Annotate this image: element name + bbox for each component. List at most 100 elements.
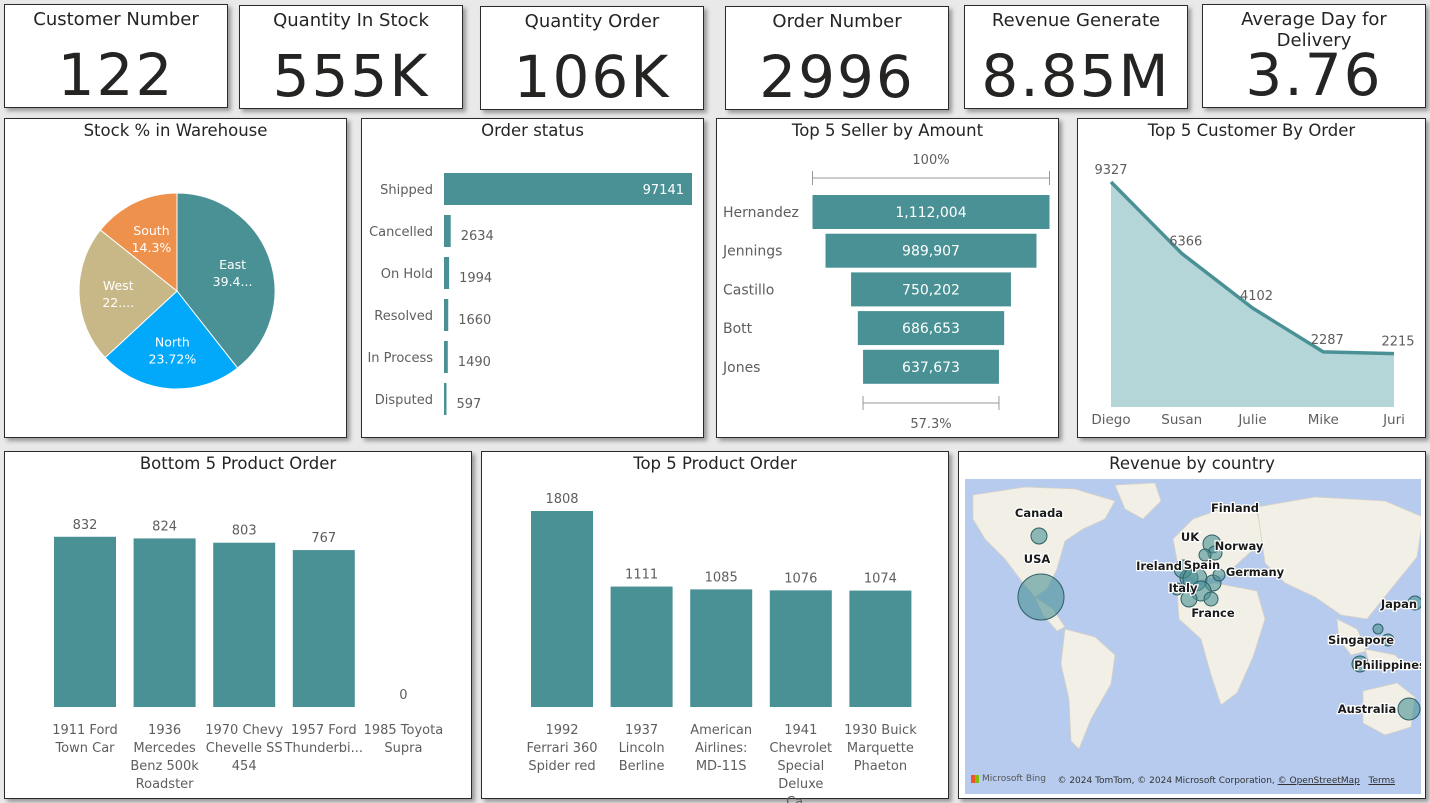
product-value-label: 803 bbox=[232, 524, 257, 539]
product-bar bbox=[54, 536, 116, 707]
kpi-label: Customer Number bbox=[33, 9, 199, 30]
funnel-category-label: Jennings bbox=[722, 244, 782, 260]
map-attribution: © 2024 TomTom, © 2024 Microsoft Corporat… bbox=[1057, 776, 1395, 786]
kpi-card-quantity-order: Quantity Order 106K bbox=[480, 6, 704, 111]
product-bar bbox=[213, 542, 276, 707]
status-bar bbox=[444, 341, 448, 373]
kpi-label: Order Number bbox=[772, 11, 902, 32]
panel-title: Revenue by country bbox=[1109, 454, 1275, 473]
area-data-label: 2215 bbox=[1381, 335, 1414, 350]
order-status-panel: Order status Shipped 97141 Cancelled 2634 On… bbox=[361, 118, 704, 438]
map-country-label: Italy bbox=[1169, 581, 1198, 595]
bottom-product-chart: 832 1911 Ford Town Car 824 1936 Mercedes Benz … bbox=[52, 518, 444, 792]
status-value-label: 97141 bbox=[643, 183, 684, 198]
product-value-label: 1074 bbox=[864, 572, 897, 587]
bing-logo: Microsoft Bing bbox=[971, 774, 1046, 784]
top-seller-panel: Top 5 Seller by Amount 100% Hernandez 1,11… bbox=[716, 118, 1059, 438]
product-category-label: 1936 Mercedes Benz 500k Roadster bbox=[130, 723, 199, 792]
top-customer-panel: Top 5 Customer By Order 9327 Diego 6366 Sus… bbox=[1077, 118, 1426, 438]
map-country-label: Singapore bbox=[1328, 633, 1394, 647]
revenue-bubble bbox=[1017, 573, 1065, 621]
status-category-label: Cancelled bbox=[369, 225, 433, 240]
product-category-label: 1992 Ferrari 360 Spider red bbox=[526, 723, 597, 774]
kpi-label: Revenue Generate bbox=[991, 10, 1161, 31]
map-country-label: UK bbox=[1181, 530, 1200, 544]
kpi-card-order-number: Order Number 2996 bbox=[725, 6, 949, 111]
stock-pie-chart: East 39.4... North 23.72% West 22.... South 14.… bbox=[78, 192, 276, 390]
status-bar bbox=[444, 299, 449, 331]
area-x-tick-label: Susan bbox=[1161, 412, 1202, 428]
funnel-value-label: 1,112,004 bbox=[895, 205, 966, 221]
product-value-label: 1076 bbox=[784, 571, 817, 586]
area-x-tick-label: Juri bbox=[1382, 412, 1405, 428]
product-bar bbox=[610, 586, 673, 707]
revenue-bubble bbox=[1030, 527, 1048, 545]
pie-slice-name: West bbox=[103, 278, 134, 293]
top-customer-area-chart: 9327 Diego 6366 Susan 4102 Julie 2287 Mike 2215 J… bbox=[1091, 163, 1414, 428]
kpi-card-average-day-for-delivery: Average Day for Delivery 3.76 bbox=[1202, 4, 1426, 109]
funnel-category-label: Castillo bbox=[723, 282, 774, 298]
product-bar bbox=[531, 511, 593, 707]
world-map: Canada USA UK Finland Norway Ireland Spain Germ… bbox=[972, 482, 1421, 750]
osm-link[interactable]: © OpenStreetMap bbox=[1278, 776, 1360, 786]
status-value-label: 597 bbox=[457, 397, 482, 412]
kpi-value: 3.76 bbox=[1245, 41, 1383, 109]
status-category-label: On Hold bbox=[381, 267, 433, 282]
top-product-chart: 1808 1992 Ferrari 360 Spider red 1111 1937 Lin… bbox=[526, 492, 917, 803]
pie-slice-name: East bbox=[219, 257, 246, 272]
map-country-label: Finland bbox=[1211, 501, 1259, 515]
revenue-map-panel: Revenue by country Canada USA UK Finland Nor… bbox=[958, 451, 1426, 799]
product-category-label: 1930 Buick Marquette Phaeton bbox=[844, 723, 917, 774]
product-value-label: 832 bbox=[73, 518, 98, 533]
kpi-card-quantity-in-stock: Quantity In Stock 555K bbox=[239, 5, 463, 110]
kpi-value: 555K bbox=[272, 42, 430, 110]
kpi-label: Quantity In Stock bbox=[273, 10, 429, 31]
map-country-label: USA bbox=[1024, 552, 1051, 566]
status-bar bbox=[444, 383, 447, 415]
product-value-label: 1808 bbox=[545, 492, 578, 507]
product-category-label: 1941 Chevrolet Special Deluxe Ca... bbox=[769, 723, 832, 803]
revenue-map[interactable]: Canada USA UK Finland Norway Ireland Spain Germ… bbox=[965, 479, 1421, 794]
status-category-label: Resolved bbox=[374, 309, 433, 324]
product-category-label: 1985 Toyota Supra bbox=[364, 723, 444, 756]
map-country-label: Ireland bbox=[1136, 559, 1182, 573]
map-country-label: Germany bbox=[1226, 565, 1285, 579]
map-country-label: Australia bbox=[1338, 702, 1397, 716]
status-bar bbox=[444, 257, 450, 289]
pie-slice-name: South bbox=[133, 223, 169, 238]
product-bar bbox=[133, 538, 196, 707]
status-value-label: 2634 bbox=[461, 229, 494, 244]
pie-slice-label: 14.3% bbox=[132, 240, 172, 255]
funnel-value-label: 686,653 bbox=[902, 321, 960, 337]
product-value-label: 824 bbox=[152, 519, 177, 534]
microsoft-logo-icon bbox=[971, 775, 979, 783]
status-category-label: Shipped bbox=[380, 183, 433, 198]
product-bar bbox=[690, 589, 753, 707]
status-value-label: 1490 bbox=[458, 355, 491, 370]
map-country-label: Norway bbox=[1215, 539, 1264, 553]
status-bar bbox=[444, 215, 451, 247]
map-country-label: Japan bbox=[1380, 597, 1417, 611]
product-category-label: 1911 Ford Town Car bbox=[52, 723, 118, 756]
kpi-label: Quantity Order bbox=[524, 11, 660, 32]
top-seller-funnel: 100% Hernandez 1,112,004 Jennings 989,907 Cas… bbox=[722, 153, 1050, 432]
kpi-card-revenue-generate: Revenue Generate 8.85M bbox=[964, 5, 1188, 110]
area-x-tick-label: Mike bbox=[1308, 412, 1339, 428]
area-data-label: 2287 bbox=[1311, 333, 1344, 348]
area-data-label: 4102 bbox=[1240, 289, 1273, 304]
funnel-category-label: Hernandez bbox=[723, 205, 799, 221]
product-value-label: 0 bbox=[399, 688, 407, 703]
kpi-value: 122 bbox=[57, 41, 175, 109]
area-data-label: 6366 bbox=[1169, 234, 1202, 249]
funnel-value-label: 750,202 bbox=[902, 282, 960, 298]
kpi-value: 8.85M bbox=[981, 42, 1171, 110]
product-category-label: 1957 Ford Thunderbi... bbox=[284, 723, 364, 756]
product-category-label: 1937 Lincoln Berline bbox=[619, 723, 665, 774]
terms-link[interactable]: Terms bbox=[1368, 776, 1395, 786]
pie-slice-label: 23.72% bbox=[149, 352, 197, 367]
attribution-text: © 2024 TomTom, © 2024 Microsoft Corporat… bbox=[1057, 776, 1275, 786]
revenue-bubble bbox=[1203, 591, 1219, 607]
map-country-label: Spain bbox=[1184, 558, 1220, 572]
map-country-label: France bbox=[1191, 606, 1235, 620]
revenue-bubble bbox=[1397, 697, 1421, 721]
